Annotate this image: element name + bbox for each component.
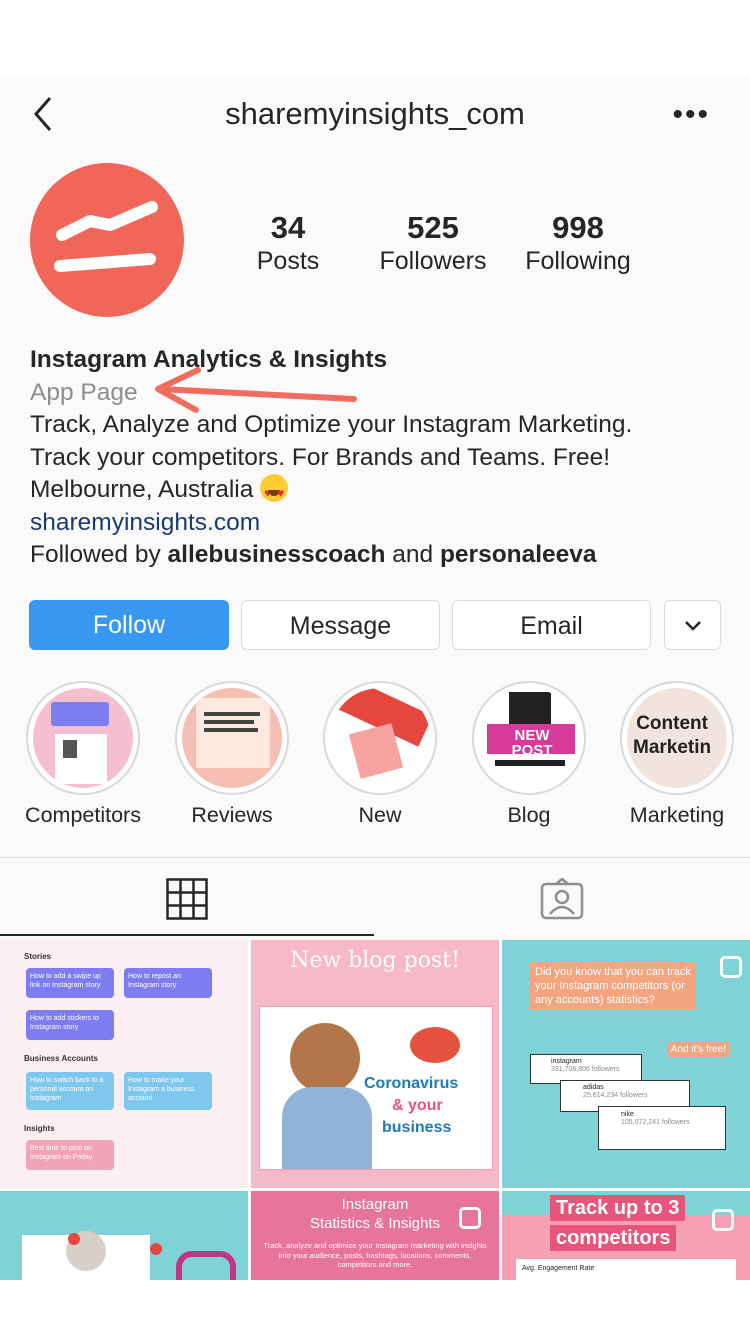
tagged-photos-icon[interactable] (540, 878, 584, 920)
highlight-cover (330, 688, 430, 788)
p6-small: Avg. Engagement Rate (516, 1259, 736, 1280)
followed-user-2[interactable]: personaleeva (440, 541, 597, 568)
blog-badge-text: NEW POST (511, 727, 553, 759)
bio-line-1: Track, Analyze and Optimize your Instagr… (30, 411, 633, 438)
following-value: 998 (552, 210, 604, 245)
p3-question: Did you know that you can track your Ins… (530, 962, 696, 1010)
carousel-icon (712, 1209, 734, 1231)
p6-line-1: Track up to 3 (550, 1195, 686, 1221)
post-tile-4[interactable] (0, 1191, 248, 1280)
profile-screen: sharemyinsights_com ••• 34 Posts 525 Fol… (0, 76, 750, 1280)
grid-view-icon[interactable] (166, 878, 208, 920)
marketing-text-2: Marketin (633, 737, 712, 758)
profile-category: App Page (30, 378, 138, 406)
p1-card-4: How to switch back to a personal account… (26, 1072, 114, 1110)
follow-button[interactable]: Follow (29, 600, 229, 650)
website-link[interactable]: sharemyinsights.com (30, 507, 730, 540)
highlight-blog[interactable]: NEW POST Blog (464, 681, 594, 828)
p1-insights: Insights (24, 1124, 55, 1133)
profile-username: sharemyinsights_com (225, 96, 525, 131)
p1-card-6: Best time to post on Instagram on Friday (26, 1140, 114, 1170)
p1-card-3: How to add stickers to Instagram story (26, 1010, 114, 1040)
p2-text-3: business (382, 1119, 452, 1136)
p2-text-2: & your (392, 1097, 443, 1114)
p5-subtitle: Track, analyze and optimize your Instagr… (263, 1241, 487, 1269)
profile-tabs (0, 857, 750, 938)
message-button[interactable]: Message (241, 600, 440, 650)
profile-avatar[interactable] (30, 163, 184, 317)
highlight-label: Marketing (629, 803, 725, 827)
bio-location: Melbourne, Australia (30, 476, 254, 503)
following-label: Following (525, 247, 631, 275)
followed-user-1[interactable]: allebusinesscoach (168, 541, 386, 568)
p1-card-5: How to make your Instagram a business ac… (124, 1072, 212, 1110)
highlight-marketing[interactable]: Content Marketin Marketing (612, 681, 742, 828)
highlight-cover: NEW POST (479, 688, 579, 788)
annotation-arrow-icon (155, 367, 357, 413)
highlight-label: Reviews (191, 803, 273, 827)
bio-line-2: Track your competitors. For Brands and T… (30, 443, 611, 471)
profile-bio: Instagram Analytics & Insights App Page … (30, 344, 730, 572)
p1-business: Business Accounts (24, 1054, 98, 1063)
p2-title: New blog post! (290, 948, 460, 973)
p3-acc2-followers: 25,614,234 followers (583, 1092, 648, 1099)
p6-line-2: competitors (550, 1225, 677, 1251)
followers-value: 525 (407, 210, 459, 245)
highlight-cover (182, 688, 282, 788)
profile-name: Instagram Analytics & Insights (30, 346, 388, 373)
p1-card-1: How to add a swipe up link on Instagram … (26, 968, 114, 998)
instagram-logo-icon (176, 1251, 236, 1280)
p3-free: And it's free! (666, 1042, 730, 1057)
p3-account-3: nike 105,072,241 followers (598, 1106, 726, 1150)
trend-line-logo (54, 201, 158, 272)
followed-prefix: Followed by (30, 541, 168, 568)
carousel-icon (459, 1207, 481, 1229)
post-tile-6[interactable]: Track up to 3 competitors Avg. Engagemen… (502, 1191, 750, 1280)
p2-image: Coronavirus & your business (259, 1006, 493, 1170)
highlight-cover: Content Marketin (627, 688, 727, 788)
highlight-reviews[interactable]: Reviews (167, 681, 297, 828)
post-tile-5[interactable]: Instagram Statistics & Insights Track, a… (251, 1191, 499, 1280)
p1-card-2: How to repost an Instagram story (124, 968, 212, 998)
highlight-label: Blog (507, 803, 551, 827)
posts-value: 34 (270, 210, 306, 245)
highlight-competitors[interactable]: Competitors (18, 681, 148, 828)
highlight-label: New (358, 803, 402, 827)
p3-acc1-name: instagram (551, 1058, 582, 1065)
marketing-text-1: Content (636, 713, 708, 734)
chevron-down-icon (684, 621, 701, 631)
followed-and: and (385, 541, 440, 568)
post-tile-2[interactable]: New blog post! Coronavirus & your busine… (251, 940, 499, 1188)
post-tile-3[interactable]: Did you know that you can track your Ins… (502, 940, 750, 1188)
p3-acc3-name: nike (621, 1111, 634, 1118)
p1-stories: Stories (24, 952, 52, 961)
email-button[interactable]: Email (452, 600, 651, 650)
bio-location-line: Melbourne, Australia (30, 474, 730, 510)
followers-label: Followers (379, 247, 487, 275)
posts-count: 34 Posts (213, 211, 363, 277)
suggested-dropdown-button[interactable] (664, 600, 721, 650)
highlight-label: Competitors (25, 803, 141, 827)
carousel-icon (720, 956, 742, 978)
p3-acc3-followers: 105,072,241 followers (621, 1119, 690, 1126)
more-options-icon[interactable]: ••• (672, 100, 710, 130)
posts-label: Posts (256, 247, 320, 275)
heart-eyes-emoji-icon (260, 474, 289, 510)
highlight-new[interactable]: New (315, 681, 445, 828)
following-count[interactable]: 998 Following (503, 211, 653, 277)
p2-text-1: Coronavirus (364, 1075, 459, 1092)
followers-count[interactable]: 525 Followers (358, 211, 508, 277)
active-tab-indicator (0, 934, 374, 936)
post-tile-1[interactable]: Stories How to add a swipe up link on In… (0, 940, 248, 1188)
highlight-cover (33, 688, 133, 788)
p3-acc2-name: adidas (583, 1084, 604, 1091)
followed-by[interactable]: Followed by allebusinesscoach and person… (30, 539, 730, 572)
p3-acc1-followers: 331,706,806 followers (551, 1066, 620, 1073)
